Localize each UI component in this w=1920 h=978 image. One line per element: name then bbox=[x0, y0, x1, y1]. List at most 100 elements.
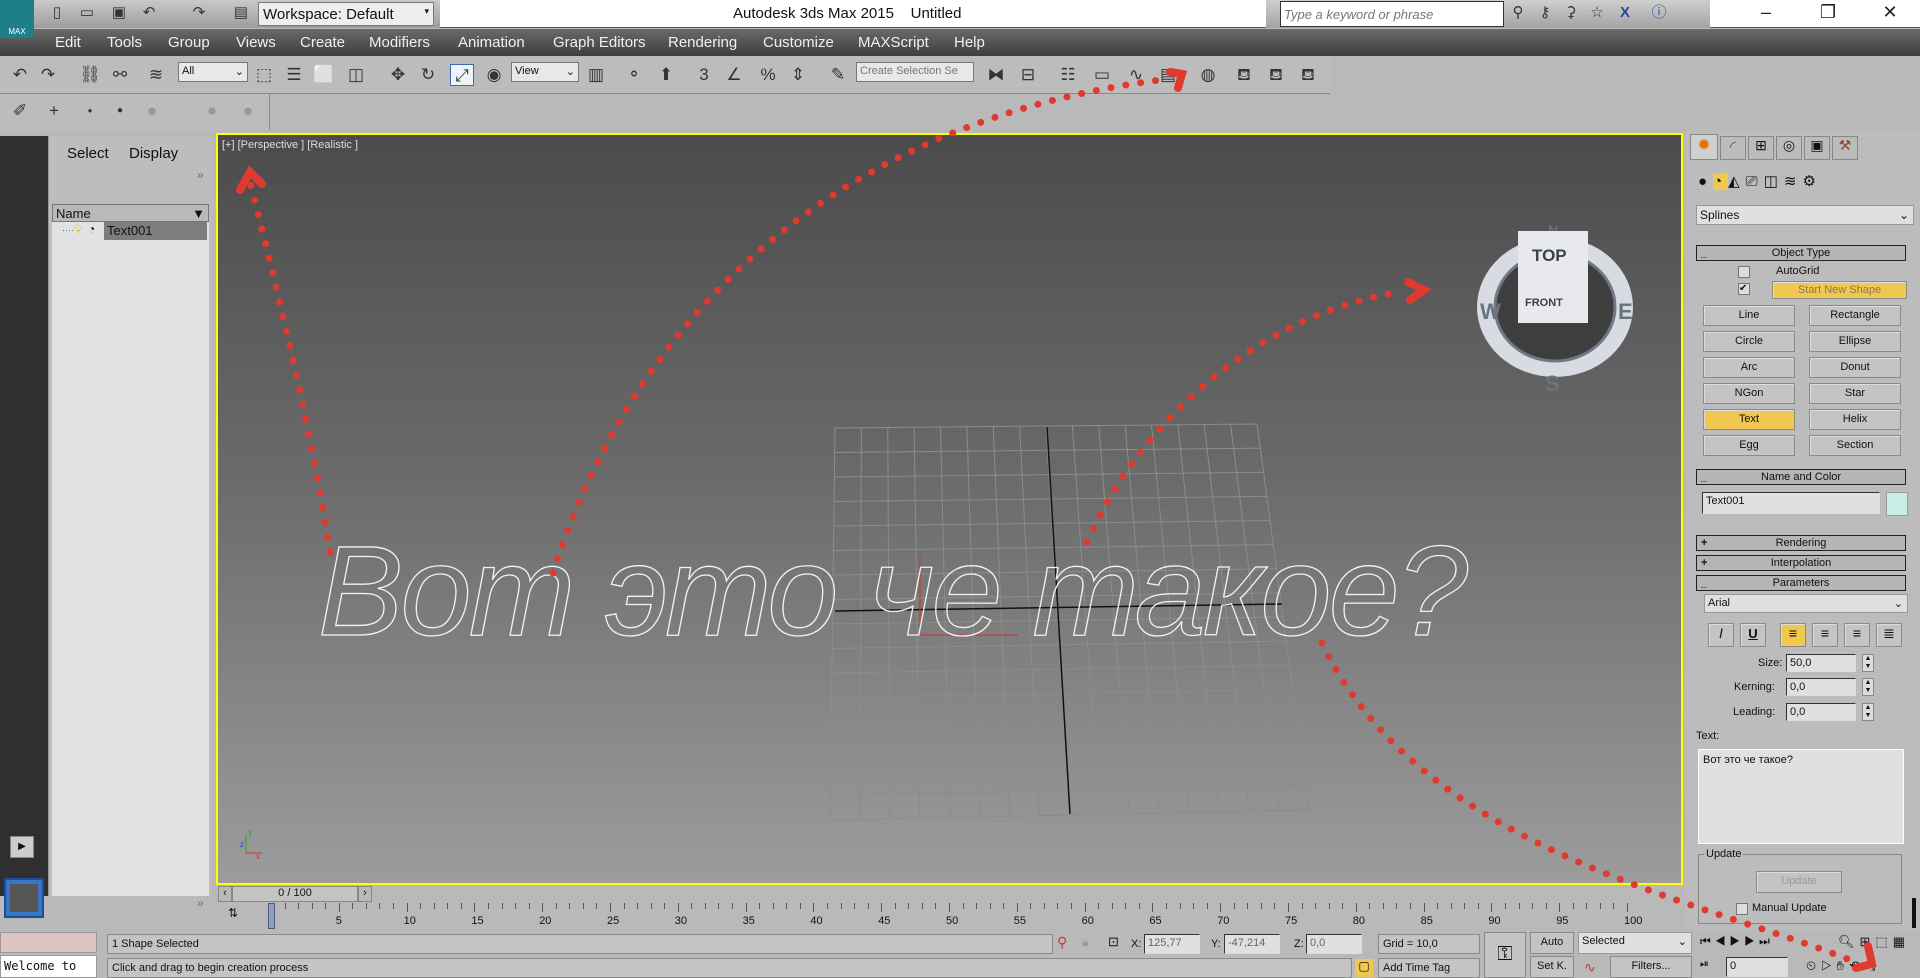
play-icon[interactable]: ▶ bbox=[1730, 934, 1745, 948]
rollout-name-color[interactable]: _ Name and Color bbox=[1696, 469, 1906, 485]
isolate-icon[interactable]: ⚲ bbox=[1057, 934, 1067, 951]
tab-utilities[interactable]: ⚒ bbox=[1832, 136, 1858, 160]
lights-icon[interactable]: ◭ bbox=[1728, 173, 1746, 190]
object-type-button-section[interactable]: Section bbox=[1809, 435, 1901, 456]
text-input[interactable]: Вот это че такое? bbox=[1698, 749, 1904, 844]
rollout-parameters[interactable]: _ Parameters bbox=[1696, 575, 1906, 591]
menu-edit[interactable]: Edit bbox=[55, 34, 81, 51]
object-name-input[interactable]: Text001 bbox=[1702, 492, 1880, 514]
brush-size-icon[interactable]: ● bbox=[200, 100, 224, 122]
cameras-icon[interactable]: ⎚ bbox=[1746, 173, 1764, 190]
align-right-button[interactable]: ≡ bbox=[1844, 623, 1870, 647]
rectangular-selection-icon[interactable]: ⬜ bbox=[312, 64, 336, 86]
next-frame-icon[interactable]: ▶ bbox=[1744, 934, 1759, 948]
update-button[interactable]: Update bbox=[1756, 871, 1842, 893]
brush-icon[interactable]: ✐ bbox=[8, 100, 32, 122]
redo-icon[interactable]: ↷ bbox=[190, 4, 208, 22]
kerning-input[interactable]: 0,0 bbox=[1786, 678, 1856, 696]
go-to-end-icon[interactable]: ⏭ bbox=[1759, 934, 1774, 948]
text-shape[interactable]: Вот это че такое? bbox=[317, 519, 1468, 663]
brush-size-icon[interactable]: ● bbox=[236, 100, 260, 122]
bind-space-warp-icon[interactable]: ≋ bbox=[144, 64, 168, 86]
orbit-icon[interactable]: ⟲ bbox=[1849, 958, 1865, 973]
zoom-extents-icon[interactable]: ⬚ bbox=[1875, 934, 1892, 949]
menu-modifiers[interactable]: Modifiers bbox=[369, 34, 430, 51]
window-crossing-icon[interactable]: ◫ bbox=[344, 64, 368, 86]
name-column-header[interactable]: Name ▼ bbox=[52, 204, 209, 222]
time-tag-icon[interactable]: ▢ bbox=[1355, 959, 1373, 977]
rollout-interpolation[interactable]: + Interpolation bbox=[1696, 555, 1906, 571]
previous-frame-icon[interactable]: ◀ bbox=[1715, 934, 1730, 948]
italic-button[interactable]: I bbox=[1708, 623, 1734, 647]
set-key-icon[interactable]: ⚿ bbox=[1484, 932, 1526, 978]
rollout-object-type[interactable]: _ Object Type bbox=[1696, 245, 1906, 261]
angle-snap-icon[interactable]: ∠ bbox=[722, 64, 746, 86]
pivot-center-icon[interactable]: ▥ bbox=[584, 64, 608, 86]
y-coordinate-input[interactable]: -47,214 bbox=[1224, 934, 1280, 954]
menu-maxscript[interactable]: MAXScript bbox=[858, 34, 929, 51]
tab-hierarchy[interactable]: ⊞ bbox=[1748, 136, 1774, 160]
object-type-button-helix[interactable]: Helix bbox=[1809, 409, 1901, 430]
save-icon[interactable]: ▣ bbox=[110, 4, 128, 22]
select-object-icon[interactable]: ⬚ bbox=[252, 64, 276, 86]
viewcube-front-face[interactable]: FRONT bbox=[1525, 297, 1563, 309]
object-type-button-text[interactable]: Text bbox=[1703, 409, 1795, 430]
menu-help[interactable]: Help bbox=[954, 34, 985, 51]
render-production-icon[interactable]: ⛾ bbox=[1296, 64, 1320, 86]
x-coordinate-input[interactable]: 125,77 bbox=[1144, 934, 1200, 954]
kerning-spinner[interactable]: ▲ ▼ bbox=[1862, 678, 1874, 696]
current-frame-marker[interactable] bbox=[268, 903, 275, 929]
help-icon[interactable]: ⓘ bbox=[1650, 4, 1668, 22]
unlink-icon[interactable]: ⚯ bbox=[108, 64, 132, 86]
menu-group[interactable]: Group bbox=[168, 34, 210, 51]
workspace-dropdown[interactable]: Workspace: Default ▾ bbox=[258, 2, 434, 26]
field-of-view-icon[interactable]: ▷ bbox=[1821, 958, 1836, 973]
edit-named-selection-icon[interactable]: ✎ bbox=[826, 64, 850, 86]
align-icon[interactable]: ⊟ bbox=[1016, 64, 1040, 86]
selection-lock-icon[interactable]: 🔒︎ bbox=[1082, 934, 1089, 950]
tab-modify[interactable]: ◜ bbox=[1720, 136, 1746, 160]
geometry-icon[interactable]: ● bbox=[1698, 173, 1713, 190]
auto-key-button[interactable]: Auto bbox=[1530, 932, 1574, 954]
panel-scrollbar[interactable] bbox=[1912, 898, 1916, 928]
new-file-icon[interactable]: ▯ bbox=[48, 4, 66, 22]
rotate-icon[interactable]: ↻ bbox=[416, 64, 440, 86]
material-editor-icon[interactable]: ◍ bbox=[1196, 64, 1220, 86]
object-type-button-donut[interactable]: Donut bbox=[1809, 357, 1901, 378]
snaps-toggle-icon[interactable]: 3 bbox=[692, 64, 716, 86]
key-filter-dropdown[interactable]: Selected ⌄ bbox=[1578, 932, 1692, 954]
zoom-icon[interactable]: 🔍︎ bbox=[1838, 934, 1860, 949]
link-icon[interactable]: ⛓ bbox=[78, 64, 102, 86]
tab-display[interactable]: Display bbox=[129, 145, 178, 162]
align-left-button[interactable]: ≡ bbox=[1780, 623, 1806, 647]
leading-input[interactable]: 0,0 bbox=[1786, 703, 1856, 721]
search-input[interactable]: Type a keyword or phrase bbox=[1280, 1, 1504, 27]
autogrid-checkbox[interactable] bbox=[1738, 266, 1750, 278]
rendered-frame-window-icon[interactable]: ⛾ bbox=[1264, 64, 1288, 86]
move-icon[interactable]: ✥ bbox=[386, 64, 410, 86]
size-spinner[interactable]: ▲ ▼ bbox=[1862, 654, 1874, 672]
mini-curve-editor-toggle-icon[interactable]: ⇅ bbox=[228, 906, 238, 920]
app-menu-button[interactable]: MAX bbox=[0, 0, 34, 38]
rollout-rendering[interactable]: + Rendering bbox=[1696, 535, 1906, 551]
tab-motion[interactable]: ◎ bbox=[1776, 136, 1802, 160]
mirror-icon[interactable]: ⧓ bbox=[984, 64, 1008, 86]
align-center-button[interactable]: ≡ bbox=[1812, 623, 1838, 647]
menu-views[interactable]: Views bbox=[236, 34, 276, 51]
go-to-start-icon[interactable]: ⏮ bbox=[1700, 934, 1715, 948]
select-by-name-icon[interactable]: ☰ bbox=[282, 64, 306, 86]
menu-tools[interactable]: Tools bbox=[107, 34, 142, 51]
track-bar[interactable]: 0510152025303540455055606570758085909510… bbox=[268, 903, 1688, 931]
keyboard-shortcut-override-icon[interactable]: ⬆ bbox=[654, 64, 678, 86]
undo-icon[interactable]: ↶ bbox=[140, 4, 158, 22]
place-icon[interactable]: ◉ bbox=[482, 64, 506, 86]
start-new-shape-button[interactable]: Start New Shape bbox=[1772, 281, 1907, 299]
time-configuration-icon[interactable]: ⏲ bbox=[1806, 958, 1821, 973]
z-coordinate-input[interactable]: 0,0 bbox=[1306, 934, 1362, 954]
scale-icon[interactable]: ⤢ bbox=[450, 64, 474, 86]
key-icon[interactable]: ⚷ bbox=[1536, 4, 1554, 22]
pan-icon[interactable]: ✋︎ bbox=[1837, 958, 1849, 973]
key-filters-button[interactable]: Filters... bbox=[1610, 956, 1692, 978]
close-button[interactable]: ✕ bbox=[1870, 2, 1910, 23]
object-type-button-star[interactable]: Star bbox=[1809, 383, 1901, 404]
